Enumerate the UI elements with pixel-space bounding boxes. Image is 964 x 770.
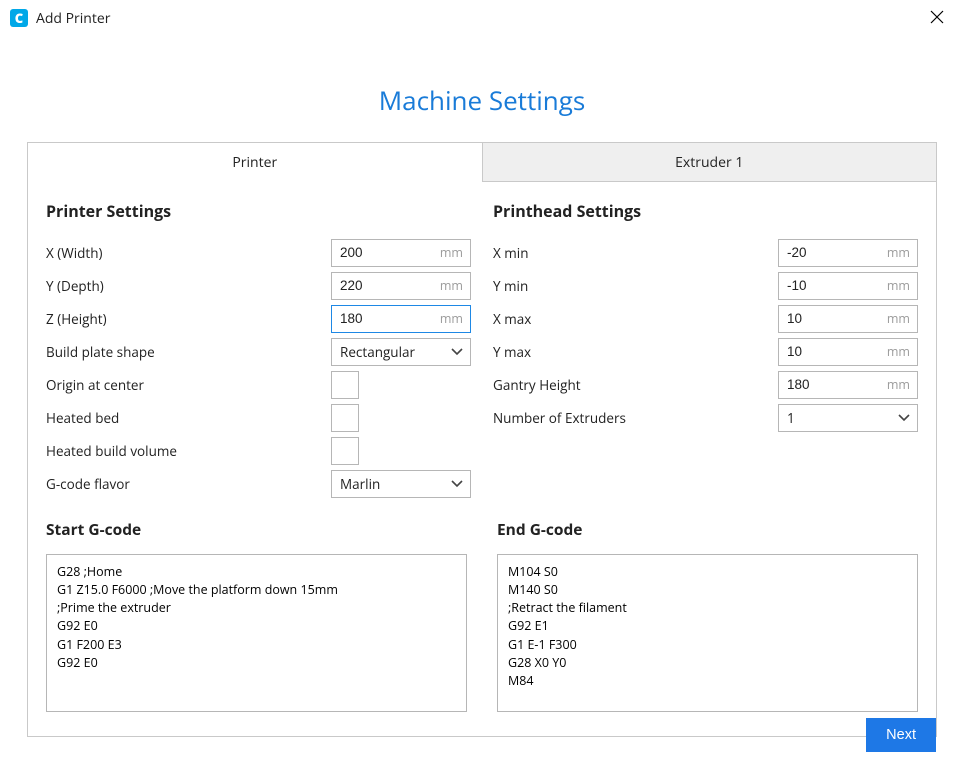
tab-printer[interactable]: Printer xyxy=(27,142,483,182)
input-z-height[interactable] xyxy=(331,305,471,333)
row-y-max: Y max mm xyxy=(493,335,918,368)
select-number-of-extruders[interactable]: 1 xyxy=(778,404,918,432)
row-heated-bed: Heated bed xyxy=(46,401,471,434)
row-gcode-flavor: G-code flavor Marlin xyxy=(46,467,471,500)
input-y-min[interactable] xyxy=(778,272,918,300)
input-x-max[interactable] xyxy=(778,305,918,333)
page-title: Machine Settings xyxy=(0,82,964,118)
row-build-plate-shape: Build plate shape Rectangular xyxy=(46,335,471,368)
label-heated-bed: Heated bed xyxy=(46,409,331,427)
select-gcode-flavor[interactable]: Marlin xyxy=(331,470,471,498)
label-x-max: X max xyxy=(493,310,778,328)
input-gantry-height[interactable] xyxy=(778,371,918,399)
label-z-height: Z (Height) xyxy=(46,310,331,328)
row-number-of-extruders: Number of Extruders 1 xyxy=(493,401,918,434)
textarea-end-gcode[interactable] xyxy=(497,554,918,712)
row-x-min: X min mm xyxy=(493,236,918,269)
row-heated-build-volume: Heated build volume xyxy=(46,434,471,467)
next-button[interactable]: Next xyxy=(866,718,936,752)
input-x-width[interactable] xyxy=(331,239,471,267)
label-origin-at-center: Origin at center xyxy=(46,376,331,394)
label-gantry-height: Gantry Height xyxy=(493,376,778,394)
tabs: Printer Extruder 1 xyxy=(27,142,937,182)
row-z-height: Z (Height) mm xyxy=(46,302,471,335)
main-content: Printer Extruder 1 Printer Settings X (W… xyxy=(27,142,937,737)
label-heated-build-volume: Heated build volume xyxy=(46,442,331,460)
printer-settings-title: Printer Settings xyxy=(46,200,471,222)
checkbox-heated-build-volume[interactable] xyxy=(331,437,359,465)
select-build-plate-shape[interactable]: Rectangular xyxy=(331,338,471,366)
input-y-depth[interactable] xyxy=(331,272,471,300)
tab-extruder-1[interactable]: Extruder 1 xyxy=(483,142,938,182)
end-gcode-section: End G-code xyxy=(497,518,918,716)
titlebar: C Add Printer xyxy=(0,0,964,36)
printhead-settings-column: Printhead Settings X min mm Y min mm xyxy=(493,200,918,500)
app-icon: C xyxy=(10,9,28,27)
label-y-min: Y min xyxy=(493,277,778,295)
printer-settings-column: Printer Settings X (Width) mm Y (Depth) … xyxy=(46,200,471,500)
label-number-of-extruders: Number of Extruders xyxy=(493,409,778,427)
input-y-max[interactable] xyxy=(778,338,918,366)
footer: Next xyxy=(866,718,936,752)
window-title: Add Printer xyxy=(36,9,110,28)
label-gcode-flavor: G-code flavor xyxy=(46,475,331,493)
label-y-depth: Y (Depth) xyxy=(46,277,331,295)
label-build-plate-shape: Build plate shape xyxy=(46,343,331,361)
end-gcode-title: End G-code xyxy=(497,518,918,540)
row-gantry-height: Gantry Height mm xyxy=(493,368,918,401)
checkbox-heated-bed[interactable] xyxy=(331,404,359,432)
input-x-min[interactable] xyxy=(778,239,918,267)
row-origin-at-center: Origin at center xyxy=(46,368,471,401)
titlebar-left: C Add Printer xyxy=(10,9,110,28)
label-x-min: X min xyxy=(493,244,778,262)
close-icon[interactable] xyxy=(924,5,950,31)
row-y-min: Y min mm xyxy=(493,269,918,302)
textarea-start-gcode[interactable] xyxy=(46,554,467,712)
checkbox-origin-at-center[interactable] xyxy=(331,371,359,399)
label-y-max: Y max xyxy=(493,343,778,361)
tab-panel-printer: Printer Settings X (Width) mm Y (Depth) … xyxy=(27,182,937,737)
label-x-width: X (Width) xyxy=(46,244,331,262)
start-gcode-title: Start G-code xyxy=(46,518,467,540)
row-y-depth: Y (Depth) mm xyxy=(46,269,471,302)
row-x-width: X (Width) mm xyxy=(46,236,471,269)
start-gcode-section: Start G-code xyxy=(46,518,467,716)
row-x-max: X max mm xyxy=(493,302,918,335)
printhead-settings-title: Printhead Settings xyxy=(493,200,918,222)
